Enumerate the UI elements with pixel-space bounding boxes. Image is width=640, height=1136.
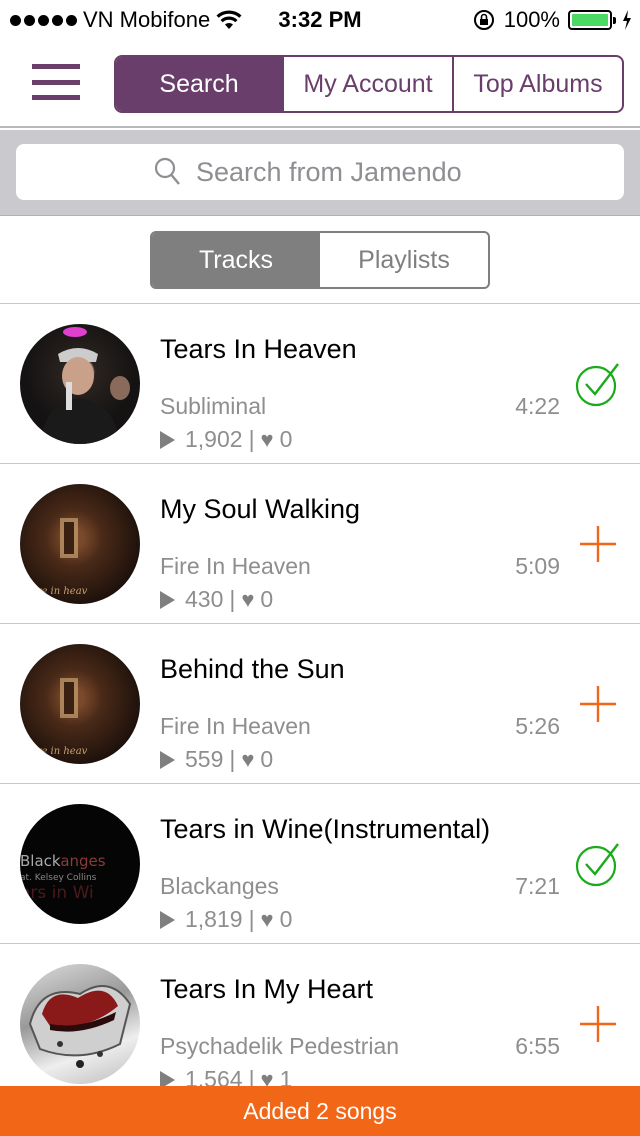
play-count-icon xyxy=(160,590,175,609)
svg-text:Blackanges: Blackanges xyxy=(20,852,106,870)
like-count: 0 xyxy=(260,586,274,612)
battery-icon xyxy=(568,10,616,30)
track-duration: 5:09 xyxy=(515,553,560,579)
track-stats: 430 | ♥ 0 xyxy=(160,586,273,613)
added-check-button[interactable] xyxy=(574,360,622,408)
svg-text:fire in heav: fire in heav xyxy=(29,586,88,597)
nav-bar: Search My Account Top Albums xyxy=(0,40,640,128)
heart-icon: ♥ xyxy=(260,906,274,932)
track-stats: 559 | ♥ 0 xyxy=(160,746,273,773)
svg-text:at. Kelsey Collins: at. Kelsey Collins xyxy=(20,873,97,883)
check-circle-icon xyxy=(575,363,619,407)
wifi-icon xyxy=(216,10,242,29)
track-title: Tears In My Heart xyxy=(160,974,374,1004)
track-row[interactable]: Tears In Heaven Subliminal 4:22 1,902 | … xyxy=(0,304,640,464)
plus-icon xyxy=(580,1006,616,1042)
search-icon xyxy=(154,157,180,185)
track-title: My Soul Walking xyxy=(160,494,361,524)
tracks-playlists-segmented-control: Tracks Playlists xyxy=(150,231,490,289)
play-count: 1,902 xyxy=(185,426,243,452)
add-track-button[interactable] xyxy=(574,680,622,728)
track-artist[interactable]: Psychadelik Pedestrian xyxy=(160,1033,399,1060)
tab-my-account[interactable]: My Account xyxy=(284,57,454,111)
heart-icon: ♥ xyxy=(260,426,274,452)
track-row[interactable]: fire in heav My Soul Walking Fire In Hea… xyxy=(0,464,640,624)
track-cover-image: Blackanges at. Kelsey Collins ars in Wi xyxy=(20,804,140,924)
track-cover-image xyxy=(20,964,140,1084)
add-track-button[interactable] xyxy=(574,520,622,568)
track-stats: 1,819 | ♥ 0 xyxy=(160,906,292,933)
added-songs-toast: Added 2 songs xyxy=(0,1086,640,1136)
signal-strength-icon xyxy=(10,14,77,26)
track-artist[interactable]: Subliminal xyxy=(160,393,266,420)
track-stats: 1,902 | ♥ 0 xyxy=(160,426,292,453)
carrier-name: VN Mobifone xyxy=(83,7,211,32)
tab-playlists[interactable]: Playlists xyxy=(320,233,488,287)
track-cover-image: fire in heav xyxy=(20,484,140,604)
menu-icon[interactable] xyxy=(32,64,80,100)
like-count: 0 xyxy=(279,426,293,452)
check-circle-icon xyxy=(575,843,619,887)
play-count: 559 xyxy=(185,746,224,772)
track-duration: 6:55 xyxy=(515,1033,560,1059)
track-row[interactable]: Tears In My Heart Psychadelik Pedestrian… xyxy=(0,944,640,1104)
play-count-icon xyxy=(160,750,175,769)
battery-percent: 100% xyxy=(503,7,560,32)
svg-text:ars in Wi: ars in Wi xyxy=(20,883,94,903)
main-segmented-control: Search My Account Top Albums xyxy=(114,55,624,113)
sub-tabs-area: Tracks Playlists xyxy=(0,216,640,304)
track-title: Tears in Wine(Instrumental) xyxy=(160,814,491,844)
track-list: Tears In Heaven Subliminal 4:22 1,902 | … xyxy=(0,304,640,1104)
track-artist[interactable]: Fire In Heaven xyxy=(160,713,311,740)
like-count: 0 xyxy=(260,746,274,772)
tab-tracks[interactable]: Tracks xyxy=(152,233,320,287)
search-input[interactable] xyxy=(196,156,486,188)
play-count: 1,819 xyxy=(185,906,243,932)
track-duration: 4:22 xyxy=(515,393,560,419)
track-row[interactable]: Blackanges at. Kelsey Collins ars in Wi … xyxy=(0,784,640,944)
tab-search[interactable]: Search xyxy=(116,57,284,111)
charging-bolt-icon xyxy=(623,10,631,30)
play-count-icon xyxy=(160,910,175,929)
track-duration: 5:26 xyxy=(515,713,560,739)
track-row[interactable]: fire in heav Behind the Sun Fire In Heav… xyxy=(0,624,640,784)
add-track-button[interactable] xyxy=(574,1000,622,1048)
search-bar xyxy=(0,130,640,216)
heart-icon: ♥ xyxy=(241,586,255,612)
search-field[interactable] xyxy=(16,144,624,200)
plus-icon xyxy=(580,686,616,722)
play-count-icon xyxy=(160,430,175,449)
plus-icon xyxy=(580,526,616,562)
heart-icon: ♥ xyxy=(241,746,255,772)
track-artist[interactable]: Fire In Heaven xyxy=(160,553,311,580)
rotation-lock-icon xyxy=(473,10,494,30)
status-bar: VN Mobifone 3:32 PM 100% xyxy=(0,0,640,40)
svg-text:fire in heav: fire in heav xyxy=(29,746,88,757)
track-duration: 7:21 xyxy=(515,873,560,899)
track-artist[interactable]: Blackanges xyxy=(160,873,279,900)
play-count: 430 xyxy=(185,586,224,612)
added-check-button[interactable] xyxy=(574,840,622,888)
track-title: Tears In Heaven xyxy=(160,334,357,364)
track-cover-image: fire in heav xyxy=(20,644,140,764)
tab-top-albums[interactable]: Top Albums xyxy=(454,57,622,111)
track-cover-image xyxy=(20,324,140,444)
like-count: 0 xyxy=(279,906,293,932)
track-title: Behind the Sun xyxy=(160,654,345,684)
